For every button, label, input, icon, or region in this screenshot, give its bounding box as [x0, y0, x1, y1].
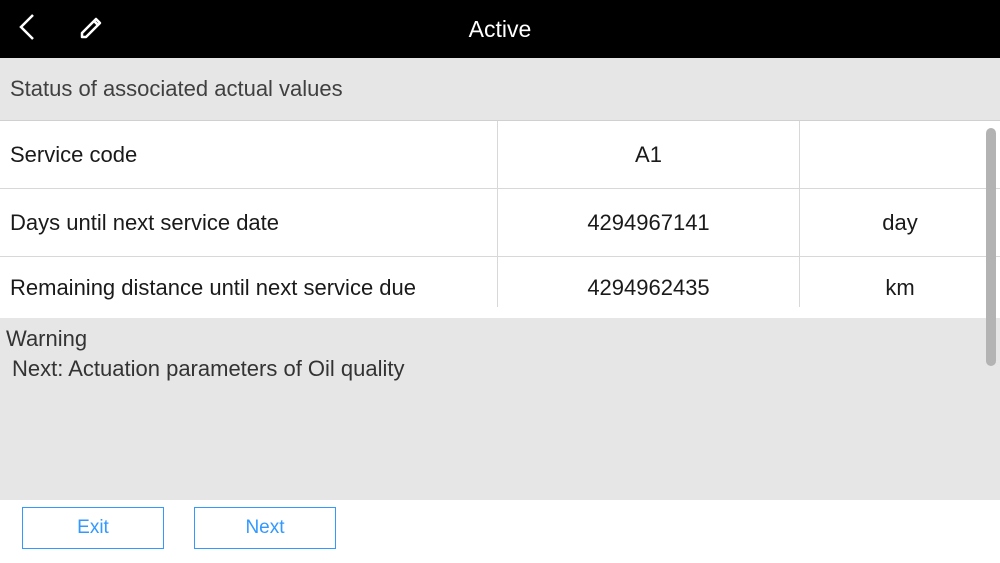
- table-row: Days until next service date 4294967141 …: [0, 189, 1000, 257]
- scrollbar[interactable]: [986, 128, 996, 366]
- row-label: Remaining distance until next service du…: [0, 257, 498, 307]
- row-value: 4294967141: [498, 189, 800, 256]
- row-value: A1: [498, 121, 800, 188]
- section-heading: Status of associated actual values: [0, 58, 1000, 121]
- header-bar: Active: [0, 0, 1000, 58]
- footer-buttons: Exit Next: [0, 507, 358, 555]
- table-row: Remaining distance until next service du…: [0, 257, 1000, 307]
- row-label: Service code: [0, 121, 498, 188]
- row-unit: day: [800, 189, 1000, 256]
- content-area: Status of associated actual values Servi…: [0, 58, 1000, 563]
- row-value: 4294962435: [498, 257, 800, 307]
- status-panel: Warning Next: Actuation parameters of Oi…: [0, 318, 1000, 500]
- data-scroll-region[interactable]: Status of associated actual values Servi…: [0, 58, 1000, 318]
- table-row: Service code A1: [0, 121, 1000, 189]
- page-title: Active: [469, 16, 532, 43]
- status-warning: Warning: [6, 324, 990, 354]
- edit-icon[interactable]: [78, 11, 106, 48]
- status-next: Next: Actuation parameters of Oil qualit…: [6, 354, 990, 384]
- row-label: Days until next service date: [0, 189, 498, 256]
- row-unit: km: [800, 257, 1000, 307]
- row-unit: [800, 121, 1000, 188]
- next-button[interactable]: Next: [194, 507, 336, 549]
- back-icon[interactable]: [16, 11, 38, 48]
- header-left-controls: [0, 11, 106, 48]
- exit-button[interactable]: Exit: [22, 507, 164, 549]
